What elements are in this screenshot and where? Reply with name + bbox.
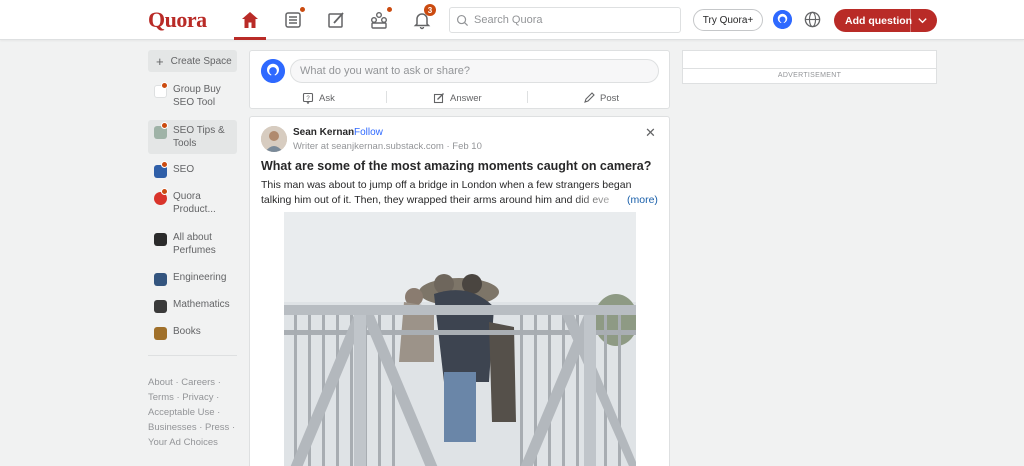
quora-product-space-icon <box>154 188 168 205</box>
perfumes-space-icon <box>154 233 167 246</box>
seo-space-icon <box>154 161 168 178</box>
search-icon <box>456 14 469 26</box>
answer-label: Answer <box>450 92 482 104</box>
question-bubble-icon: ? <box>302 92 314 104</box>
author-name[interactable]: Sean Kernan <box>293 127 354 138</box>
separator-dot: · <box>349 127 353 138</box>
feed-post-card: Sean Kernan · Follow Writer at seanjkern… <box>249 116 670 466</box>
create-space-label: Create Space <box>170 55 232 67</box>
post-photo[interactable] <box>284 212 636 466</box>
sidebar-item-engineering[interactable]: Engineering <box>148 271 237 287</box>
sidebar-item-group-buy-seo-tool[interactable]: Group Buy SEO Tool <box>148 82 237 111</box>
group-buy-space-icon <box>154 82 168 98</box>
bridge-photo-image <box>284 212 636 466</box>
answer-icon[interactable] <box>320 6 352 34</box>
user-avatar[interactable] <box>261 59 285 83</box>
advertisement-label: ADVERTISEMENT <box>777 72 842 79</box>
language-globe-icon[interactable] <box>803 10 822 29</box>
notifications-count-badge: 3 <box>424 4 436 16</box>
search-input[interactable] <box>474 14 664 26</box>
action-divider <box>527 91 528 103</box>
seo-tips-space-icon <box>154 122 168 139</box>
sidebar-item-label: All about Perfumes <box>173 232 216 256</box>
author-avatar[interactable] <box>261 126 287 152</box>
top-nav-bar: Quora 3 Try Quora+ Add question <box>0 0 1024 40</box>
create-space-button[interactable]: + Create Space <box>148 50 237 72</box>
follow-link[interactable]: Follow <box>354 127 383 138</box>
footer-links[interactable]: About · Careers · Terms · Privacy · Acce… <box>148 375 238 450</box>
sidebar-item-label: Books <box>173 326 201 337</box>
ask-button[interactable]: ? Ask <box>302 89 335 107</box>
close-icon[interactable]: ✕ <box>645 125 656 141</box>
ask-label: Ask <box>319 92 335 104</box>
ask-box-card: ? Ask Answer Post <box>249 50 670 109</box>
ad-divider <box>683 68 936 69</box>
sidebar-item-label: Mathematics <box>173 299 230 310</box>
question-title[interactable]: What are some of the most amazing moment… <box>261 159 651 173</box>
sidebar-item-seo[interactable]: SEO <box>148 161 237 179</box>
action-divider <box>386 91 387 103</box>
ask-question-input[interactable] <box>290 59 659 83</box>
sidebar-item-label: Group Buy SEO Tool <box>173 84 221 108</box>
pencil-square-icon <box>433 93 444 104</box>
following-unread-dot <box>299 6 306 13</box>
sidebar-item-label: SEO <box>173 164 195 175</box>
sidebar-item-all-about-perfumes[interactable]: All about Perfumes <box>148 231 237 259</box>
sidebar-divider <box>148 355 237 356</box>
sidebar-item-seo-tips-tools[interactable]: SEO Tips & Tools <box>148 120 237 154</box>
sidebar-item-label: SEO Tips & Tools <box>173 125 225 149</box>
home-icon[interactable] <box>234 6 266 34</box>
profile-avatar[interactable] <box>773 10 792 29</box>
sidebar-item-books[interactable]: Books <box>148 325 237 341</box>
plus-icon: + <box>156 53 164 69</box>
sidebar-item-label: Quora Product... <box>173 191 216 215</box>
answer-button[interactable]: Answer <box>433 89 482 107</box>
try-quora-plus-button[interactable]: Try Quora+ <box>693 9 763 31</box>
post-button[interactable]: Post <box>583 89 619 107</box>
engineering-space-icon <box>154 273 167 286</box>
more-link[interactable]: (more) <box>627 193 658 208</box>
sidebar-item-mathematics[interactable]: Mathematics <box>148 298 237 314</box>
chevron-down-icon[interactable] <box>917 15 928 26</box>
quora-logo[interactable]: Quora <box>148 7 207 33</box>
pencil-icon <box>584 92 595 103</box>
author-credential: Writer at seanjkernan.substack.com · Feb… <box>293 141 482 152</box>
add-question-button[interactable]: Add question <box>834 9 937 32</box>
mathematics-space-icon <box>154 300 167 313</box>
sidebar-item-label: Engineering <box>173 272 227 283</box>
home-active-indicator <box>234 37 266 40</box>
advertisement-slot[interactable]: ADVERTISEMENT <box>682 50 937 84</box>
post-label: Post <box>600 92 620 104</box>
spaces-unread-dot <box>386 6 393 13</box>
books-space-icon <box>154 327 167 340</box>
sidebar-item-quora-product[interactable]: Quora Product... <box>148 188 237 218</box>
add-question-label: Add question <box>845 14 913 27</box>
add-question-divider <box>910 9 911 32</box>
search-box[interactable] <box>449 7 681 33</box>
